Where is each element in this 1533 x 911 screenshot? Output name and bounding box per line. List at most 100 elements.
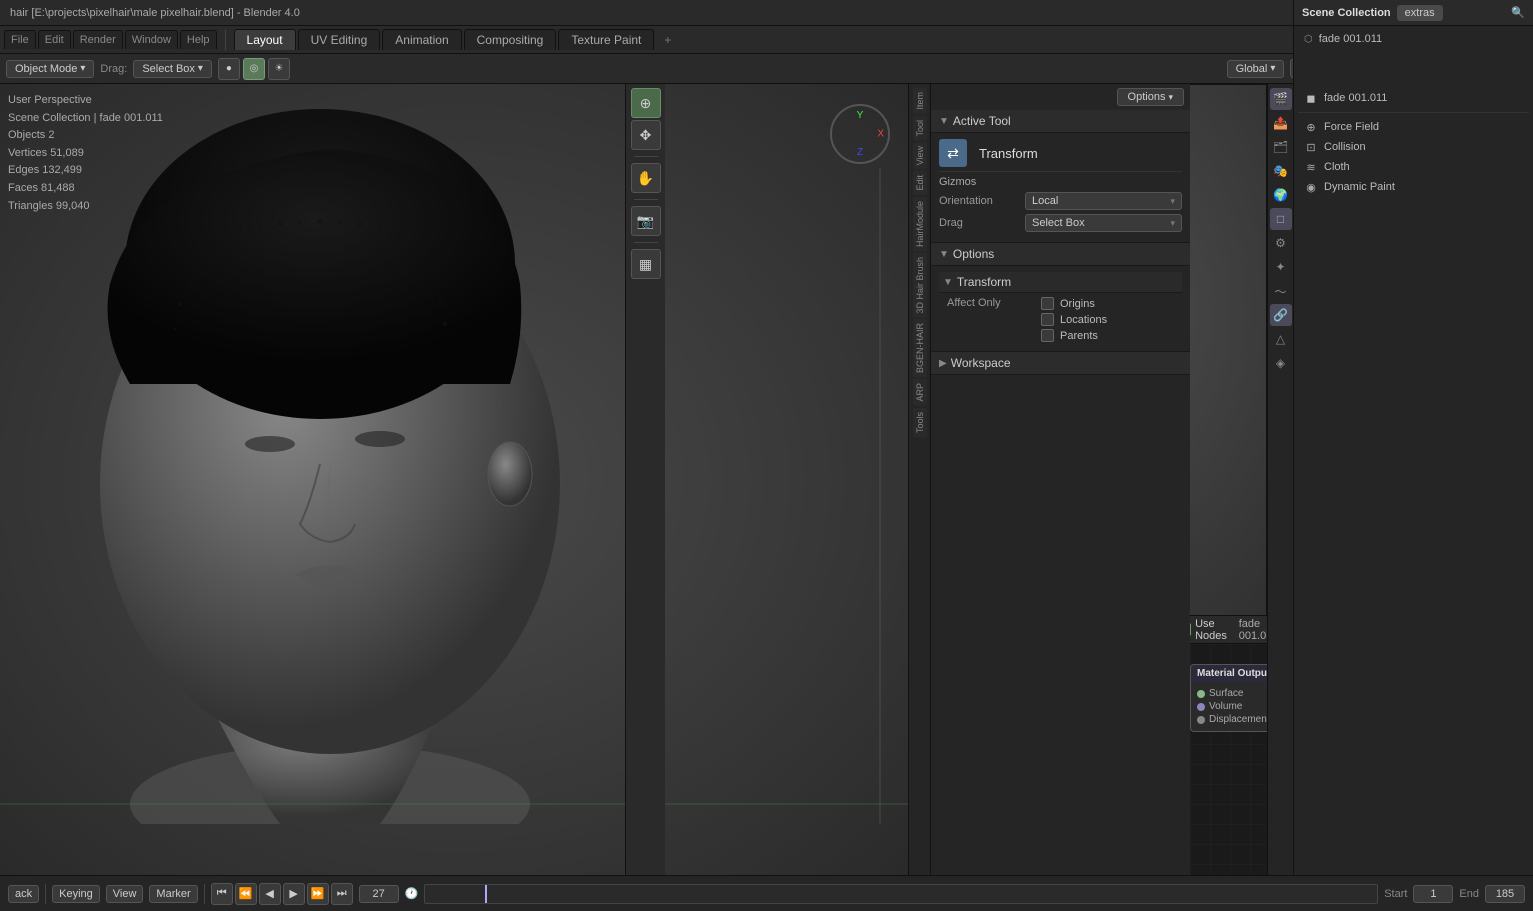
prop-entry-collision[interactable]: ⊡ Collision bbox=[1298, 137, 1529, 157]
sc-fade-icon: ⬡ bbox=[1304, 34, 1313, 45]
prop-entry-cloth[interactable]: ≋ Cloth bbox=[1298, 157, 1529, 177]
breadcrumb-part1: fade 001.011 bbox=[1239, 618, 1267, 642]
sc-item-fade[interactable]: ⬡ fade 001.011 bbox=[1298, 30, 1529, 48]
transform-orientation[interactable]: Global bbox=[1227, 60, 1285, 78]
prop-icon-view-layer[interactable]: 🗂 bbox=[1270, 136, 1292, 158]
play-button[interactable]: ▶ bbox=[283, 883, 305, 905]
side-tab-view[interactable]: View bbox=[913, 142, 927, 169]
parents-label: Parents bbox=[1060, 330, 1098, 342]
side-tab-item[interactable]: Item bbox=[913, 88, 927, 114]
prop-icon-render[interactable]: 🎬 bbox=[1270, 88, 1292, 110]
step-forward-button[interactable]: ⏩ bbox=[307, 883, 329, 905]
side-tab-tools[interactable]: Tools bbox=[913, 408, 927, 437]
scene-collection-extras-tab[interactable]: extras bbox=[1397, 5, 1443, 21]
side-tab-hairmodule[interactable]: HairModule bbox=[913, 197, 927, 251]
tab-compositing[interactable]: Compositing bbox=[464, 29, 557, 50]
prop-icon-object[interactable]: □ bbox=[1270, 208, 1292, 230]
tool-grid[interactable]: ▦ bbox=[631, 249, 661, 279]
transform-sub-label: Transform bbox=[957, 275, 1011, 289]
tab-layout[interactable]: Layout bbox=[234, 29, 296, 50]
options-label: Options bbox=[953, 247, 994, 261]
tab-help[interactable]: Help bbox=[180, 30, 217, 49]
prop-icon-world[interactable]: 🌍 bbox=[1270, 184, 1292, 206]
port-dot-volume bbox=[1197, 703, 1205, 711]
cloth-icon: ≋ bbox=[1304, 160, 1318, 174]
options-section-header[interactable]: ▼ Options bbox=[931, 243, 1190, 266]
viewport-side-tabs: Item Tool View Edit HairModule 3D Hair B… bbox=[908, 84, 930, 875]
affect-only-row: Affect Only Origins Locations Parents bbox=[939, 297, 1182, 345]
viewport-shading-solid[interactable]: ● bbox=[218, 58, 240, 80]
play-reverse-button[interactable]: ◀ bbox=[259, 883, 281, 905]
marker-button[interactable]: Marker bbox=[149, 885, 197, 903]
tab-animation[interactable]: Animation bbox=[382, 29, 461, 50]
jump-start-button[interactable]: ⏮ bbox=[211, 883, 233, 905]
workspace-section-header[interactable]: ▶ Workspace bbox=[931, 352, 1190, 375]
prop-icon-particles[interactable]: ✦ bbox=[1270, 256, 1292, 278]
tab-uv-editing[interactable]: UV Editing bbox=[298, 29, 381, 50]
drag-label: Drag bbox=[939, 217, 1019, 229]
parents-checkbox[interactable] bbox=[1041, 329, 1054, 342]
prop-entry-dynamic-paint[interactable]: ◉ Dynamic Paint bbox=[1298, 177, 1529, 197]
transform-sub-arrow: ▼ bbox=[943, 277, 953, 288]
jump-end-button[interactable]: ⏭ bbox=[331, 883, 353, 905]
prop-icon-scene[interactable]: 🎭 bbox=[1270, 160, 1292, 182]
drag-selector[interactable]: Select Box bbox=[1025, 214, 1182, 232]
prop-entry-fade[interactable]: ◼ fade 001.011 bbox=[1298, 88, 1529, 108]
tool-camera[interactable]: 📷 bbox=[631, 206, 661, 236]
port-dot-surface bbox=[1197, 690, 1205, 698]
view-button[interactable]: View bbox=[106, 885, 144, 903]
back-button[interactable]: ack bbox=[8, 885, 39, 903]
node-editor-breadcrumb: fade 001.011 ▶ rockgirl.014 ▶ hair afro.… bbox=[1239, 618, 1267, 642]
port-displacement-out: Displacement bbox=[1197, 714, 1267, 725]
side-tab-tool[interactable]: Tool bbox=[913, 116, 927, 141]
mode-selector[interactable]: Object Mode bbox=[6, 60, 94, 78]
prop-icon-modifier[interactable]: ⚙ bbox=[1270, 232, 1292, 254]
side-tab-bgen-hair[interactable]: BGEN-HAIR bbox=[913, 319, 927, 377]
tab-texture-paint[interactable]: Texture Paint bbox=[558, 29, 654, 50]
port-volume-label: Volume bbox=[1209, 701, 1242, 712]
orientation-label: Orientation bbox=[939, 195, 1019, 207]
tool-move[interactable]: ✥ bbox=[631, 120, 661, 150]
tab-edit[interactable]: Edit bbox=[38, 30, 71, 49]
port-surface-out: Surface bbox=[1197, 688, 1267, 699]
side-tab-arp[interactable]: ARP bbox=[913, 379, 927, 406]
viewport-gizmo[interactable]: X Y Z bbox=[830, 104, 890, 164]
add-workspace-button[interactable]: + bbox=[656, 31, 679, 49]
prop-icon-output[interactable]: 📤 bbox=[1270, 112, 1292, 134]
main-viewport[interactable]: User Perspective Scene Collection | fade… bbox=[0, 84, 910, 875]
locations-checkbox[interactable] bbox=[1041, 313, 1054, 326]
timeline-track[interactable] bbox=[424, 884, 1378, 904]
tab-file[interactable]: File bbox=[4, 30, 36, 49]
transform-subsection-header[interactable]: ▼ Transform bbox=[939, 272, 1182, 293]
fade-label: fade 001.011 bbox=[1324, 92, 1387, 104]
transform-icon: ⇄ bbox=[939, 139, 967, 167]
end-frame[interactable]: 185 bbox=[1485, 885, 1525, 903]
search-collections-button[interactable]: 🔍 bbox=[1511, 6, 1525, 19]
drag-selector[interactable]: Select Box bbox=[133, 60, 212, 78]
origins-checkbox[interactable] bbox=[1041, 297, 1054, 310]
active-tool-arrow: ▼ bbox=[939, 116, 949, 127]
prop-icon-object-data[interactable]: △ bbox=[1270, 328, 1292, 350]
prop-icon-physics[interactable]: 〜 bbox=[1270, 280, 1292, 302]
side-tab-edit[interactable]: Edit bbox=[913, 171, 927, 195]
tool-hand[interactable]: ✋ bbox=[631, 163, 661, 193]
options-arrow: ▼ bbox=[939, 249, 949, 260]
active-tool-section-header[interactable]: ▼ Active Tool bbox=[931, 110, 1190, 133]
side-tab-3dhairbrush[interactable]: 3D Hair Brush bbox=[913, 253, 927, 318]
tool-cursor[interactable]: ⊕ bbox=[631, 88, 661, 118]
viewport-shading-material[interactable]: ◎ bbox=[243, 58, 265, 80]
panel-options-button[interactable]: Options ▾ bbox=[1117, 88, 1184, 106]
current-frame[interactable]: 27 bbox=[359, 885, 399, 903]
prop-entry-force-field[interactable]: ⊕ Force Field bbox=[1298, 117, 1529, 137]
prop-icon-material[interactable]: ◈ bbox=[1270, 352, 1292, 374]
tab-render[interactable]: Render bbox=[73, 30, 123, 49]
keying-button[interactable]: Keying bbox=[52, 885, 100, 903]
prop-icon-constraints[interactable]: 🔗 bbox=[1270, 304, 1292, 326]
orientation-selector[interactable]: Local bbox=[1025, 192, 1182, 210]
gizmo-widget[interactable]: X Y Z bbox=[830, 104, 890, 164]
start-frame[interactable]: 1 bbox=[1413, 885, 1453, 903]
node-material-output[interactable]: Material Output Surface Volume Displacem… bbox=[1190, 664, 1267, 732]
viewport-shading-rendered[interactable]: ☀ bbox=[268, 58, 290, 80]
tab-window[interactable]: Window bbox=[125, 30, 178, 49]
step-back-button[interactable]: ⏪ bbox=[235, 883, 257, 905]
